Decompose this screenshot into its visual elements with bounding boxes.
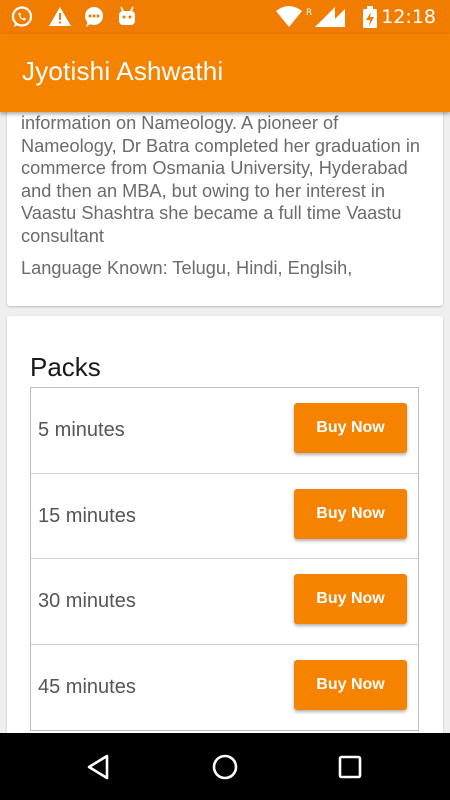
- signal-icon: R: [306, 7, 345, 27]
- pack-row: 45 minutes Buy Now: [31, 645, 418, 731]
- buy-now-button[interactable]: Buy Now: [294, 488, 407, 539]
- packs-title: Packs: [30, 352, 101, 382]
- packs-table: 5 minutes Buy Now 15 minutes Buy Now 30 …: [30, 387, 419, 731]
- pack-row: 30 minutes Buy Now: [31, 559, 418, 645]
- speech-bubble-icon: [85, 7, 103, 27]
- app-bar: Jyotishi Ashwathi: [0, 34, 450, 112]
- pack-duration: 30 minutes: [38, 590, 136, 612]
- pack-duration: 15 minutes: [38, 504, 136, 527]
- pack-duration: 45 minutes: [38, 675, 136, 698]
- buy-now-button[interactable]: Buy Now: [294, 403, 407, 453]
- back-icon[interactable]: [83, 751, 115, 783]
- status-time: 12:18: [381, 6, 436, 28]
- wifi-icon: [276, 6, 302, 27]
- page-title: Jyotishi Ashwathi: [22, 56, 224, 86]
- android-icon: [119, 6, 135, 25]
- pack-duration: 5 minutes: [38, 419, 125, 441]
- pack-row: 15 minutes Buy Now: [31, 474, 418, 559]
- svg-text:R: R: [306, 8, 312, 18]
- about-card: information on Nameology. A pioneer of N…: [7, 112, 443, 306]
- about-description: information on Nameology. A pioneer of N…: [21, 113, 420, 246]
- battery-charging-icon: [363, 6, 377, 28]
- whatsapp-icon: [11, 6, 33, 27]
- buy-now-button[interactable]: Buy Now: [294, 659, 407, 710]
- buy-now-button[interactable]: Buy Now: [294, 574, 407, 624]
- warning-icon: [49, 7, 71, 26]
- pack-row: 5 minutes Buy Now: [31, 388, 418, 474]
- navigation-bar: [0, 733, 450, 800]
- status-bar: R 12:18: [0, 0, 450, 34]
- scroll-content[interactable]: information on Nameology. A pioneer of N…: [0, 112, 450, 733]
- home-icon[interactable]: [209, 751, 241, 783]
- packs-card: Packs 5 minutes Buy Now 15 minutes Buy N…: [7, 316, 443, 733]
- recents-icon[interactable]: [334, 751, 366, 783]
- languages-known: Language Known: Telugu, Hindi, Englsih,: [21, 258, 353, 278]
